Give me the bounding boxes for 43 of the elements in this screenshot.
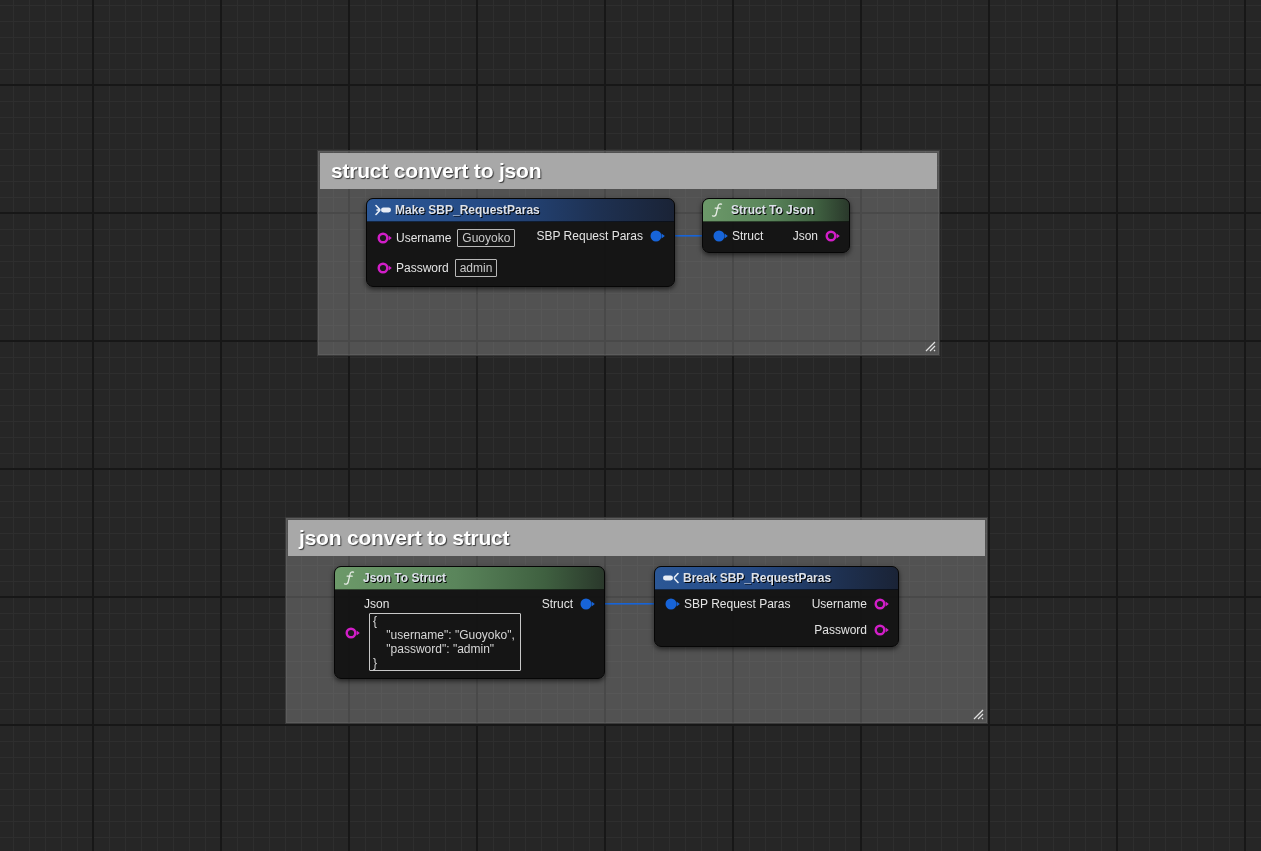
comment-title: struct convert to json: [331, 159, 542, 183]
pin-icon[interactable]: [650, 230, 665, 242]
pin-label: Username: [396, 230, 452, 246]
function-icon: [711, 203, 723, 217]
pin-label: Username: [811, 596, 867, 612]
resize-grip-icon[interactable]: [924, 340, 936, 352]
node-title: Make SBP_RequestParas: [395, 203, 540, 217]
connection-wire: [605, 603, 654, 605]
pin-label: Password: [814, 622, 867, 638]
pin-label: Json: [364, 596, 390, 613]
text-field[interactable]: Guoyoko: [457, 229, 516, 247]
resize-grip-icon[interactable]: [972, 708, 984, 720]
pin-icon[interactable]: [377, 262, 392, 274]
node-title: Break SBP_RequestParas: [683, 571, 832, 585]
pin-label: Password: [396, 260, 449, 276]
node-title: Struct To Json: [731, 203, 815, 217]
pin-label: SBP Request Paras: [536, 228, 643, 244]
split-arrow-icon: [663, 572, 679, 584]
pin-icon[interactable]: [874, 598, 889, 610]
text-field[interactable]: admin: [454, 259, 498, 277]
function-icon: [343, 571, 355, 585]
pin-icon[interactable]: [377, 232, 392, 244]
pin-label: Json: [792, 228, 818, 244]
comment-box[interactable]: json convert to struct Json To Struct Json { "username": "Guoyoko", "password": "admin" } Struct Break SBP_RequestParas SBP Request Paras Username Password: [285, 517, 988, 724]
blueprint-node[interactable]: Struct To Json Struct Json: [702, 198, 850, 253]
connection-wire: [675, 235, 702, 237]
comment-box[interactable]: struct convert to json Make SBP_RequestParas Username Guoyoko Password admin SBP Request Paras Struct To Json Struct Json: [317, 150, 940, 356]
pin-label: Struct: [732, 228, 764, 244]
blueprint-node[interactable]: Make SBP_RequestParas Username Guoyoko Password admin SBP Request Paras: [366, 198, 675, 287]
pin-icon[interactable]: [825, 230, 840, 242]
text-area-field[interactable]: { "username": "Guoyoko", "password": "admin" }: [369, 613, 521, 671]
pin-icon[interactable]: [345, 627, 360, 639]
node-title: Json To Struct: [363, 571, 447, 585]
pin-label: SBP Request Paras: [684, 596, 791, 612]
pin-label: Struct: [541, 596, 573, 612]
pin-icon[interactable]: [874, 624, 889, 636]
pin-icon[interactable]: [665, 598, 680, 610]
pin-icon[interactable]: [580, 598, 595, 610]
blueprint-node[interactable]: Json To Struct Json { "username": "Guoyoko", "password": "admin" } Struct: [334, 566, 605, 679]
blueprint-node[interactable]: Break SBP_RequestParas SBP Request Paras Username Password: [654, 566, 899, 647]
comment-title: json convert to struct: [299, 526, 510, 550]
pin-icon[interactable]: [713, 230, 728, 242]
merge-arrow-icon: [375, 204, 391, 216]
